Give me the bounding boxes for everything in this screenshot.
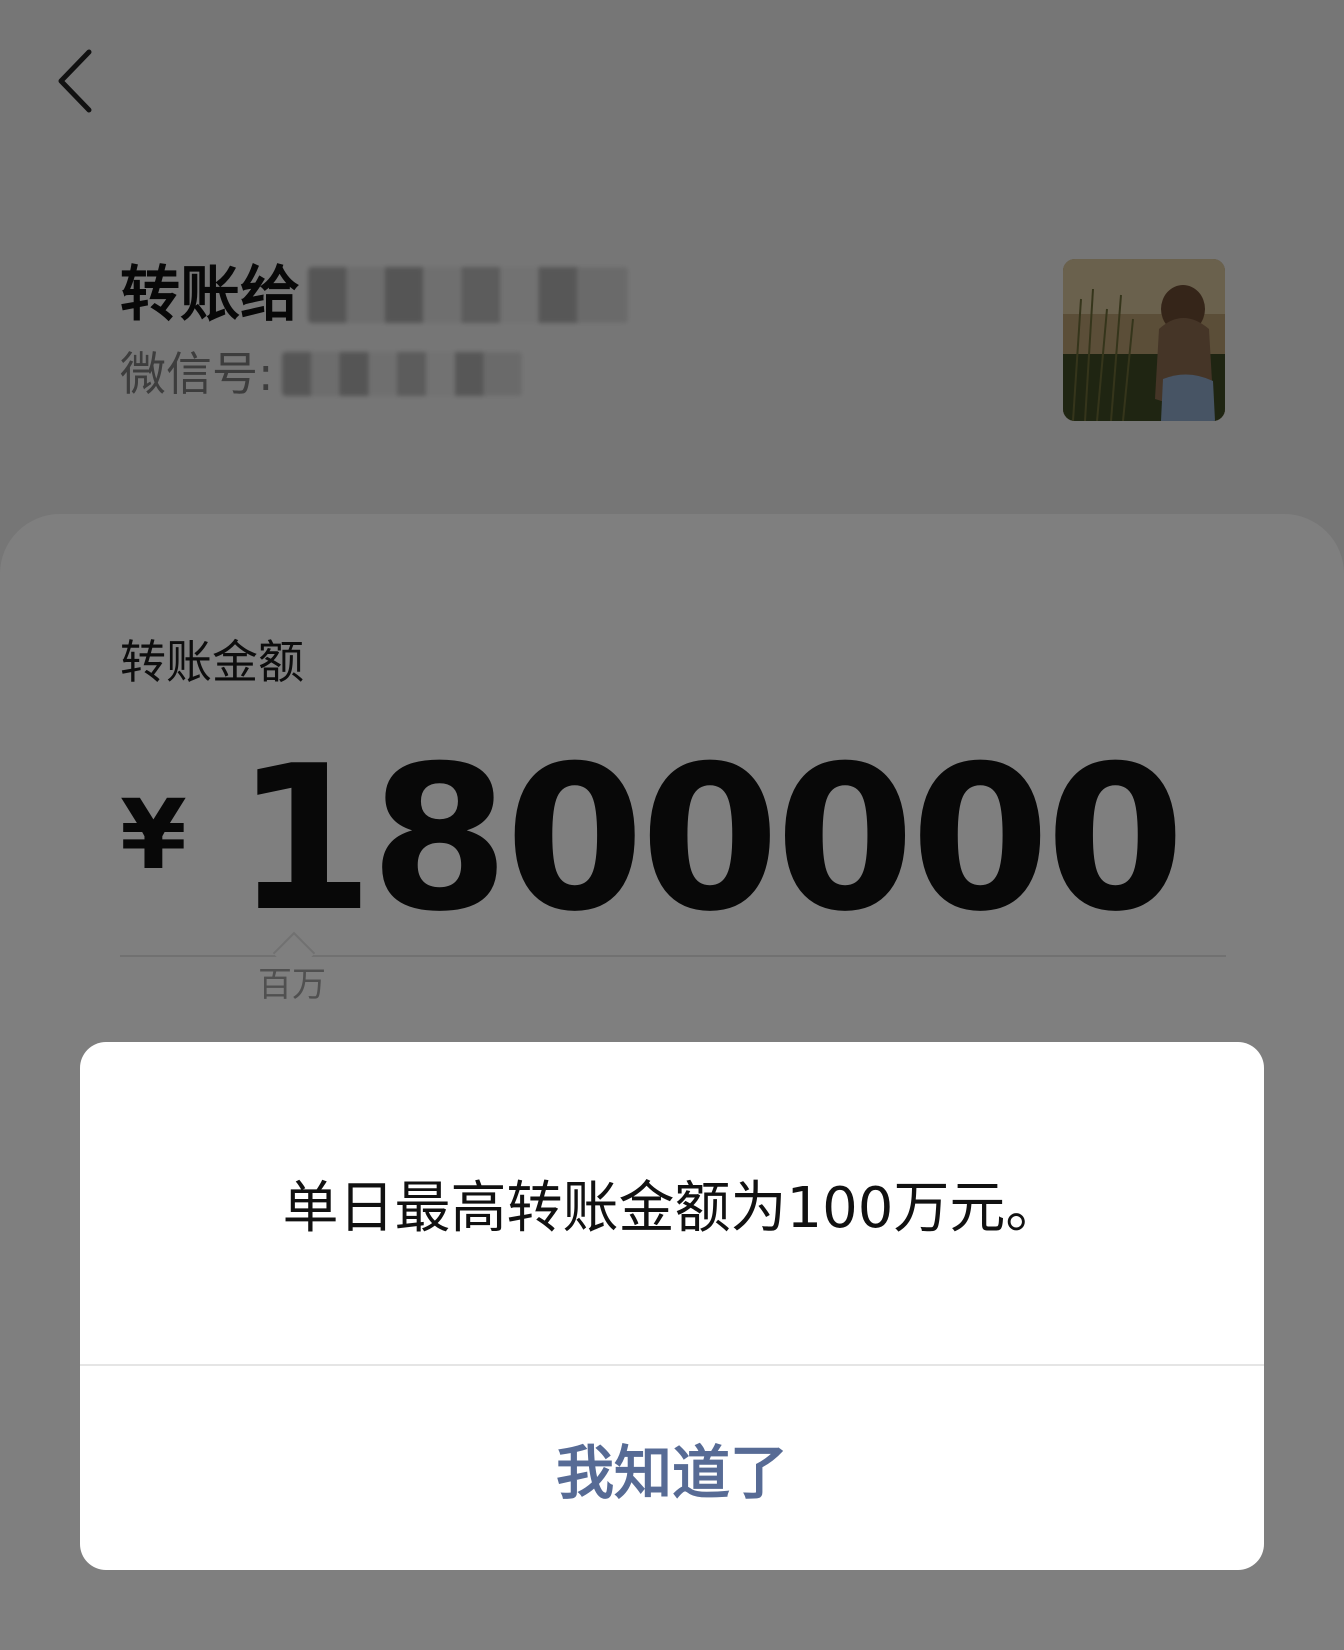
limit-alert-dialog: 单日最高转账金额为100万元。 我知道了 xyxy=(80,1042,1264,1570)
confirm-button[interactable]: 我知道了 xyxy=(80,1366,1264,1570)
transfer-screen: 转账给 微信号: 转账金额 ¥ 1800000 xyxy=(0,0,1344,1650)
dialog-message: 单日最高转账金额为100万元。 xyxy=(282,1175,1062,1241)
